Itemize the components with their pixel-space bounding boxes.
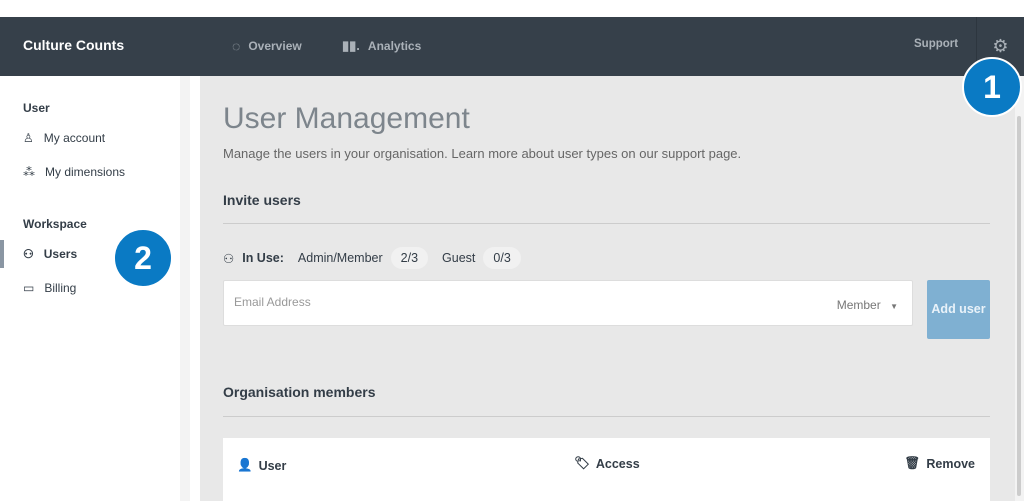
grid-icon: ⁂ bbox=[23, 165, 35, 179]
sidebar-item-users[interactable]: ⚇ Users bbox=[23, 247, 77, 261]
column-access[interactable]: 🏷 Access bbox=[574, 456, 640, 471]
annotation-badge-2: 2 bbox=[113, 228, 173, 288]
email-input[interactable] bbox=[234, 295, 794, 309]
divider bbox=[223, 223, 990, 224]
role-select[interactable]: Member ▼ bbox=[837, 298, 898, 312]
column-user[interactable]: 👤 User bbox=[237, 458, 286, 473]
scrollbar[interactable] bbox=[1015, 76, 1024, 501]
nav-analytics[interactable]: ▮▮. Analytics bbox=[342, 38, 421, 54]
guest-label: Guest bbox=[442, 251, 476, 265]
active-indicator bbox=[0, 240, 4, 268]
users-icon: ⚇ bbox=[223, 251, 235, 266]
divider bbox=[223, 416, 990, 417]
email-field-container: Member ▼ bbox=[223, 280, 913, 326]
members-table: 👤 User 🏷 Access 🗑 Remove bbox=[223, 438, 990, 501]
members-heading: Organisation members bbox=[223, 384, 376, 400]
scrollbar-thumb[interactable] bbox=[1017, 116, 1021, 496]
top-nav: Culture Counts ◌ Overview ▮▮. Analytics Su… bbox=[0, 17, 1024, 76]
sidebar-heading-workspace: Workspace bbox=[23, 217, 87, 231]
tag-icon: 🏷 bbox=[574, 456, 590, 470]
sidebar-item-my-dimensions[interactable]: ⁂ My dimensions bbox=[23, 165, 125, 179]
usage-summary: ⚇ In Use: Admin/Member 2/3 Guest 0/3 bbox=[223, 247, 521, 269]
sidebar: User ♙ My account ⁂ My dimensions Workspac… bbox=[0, 76, 190, 501]
in-use-label: In Use: bbox=[242, 251, 284, 265]
annotation-badge-1: 1 bbox=[962, 57, 1022, 117]
person-icon: 👤 bbox=[237, 458, 253, 472]
loading-circle-icon: ◌ bbox=[232, 38, 241, 54]
person-icon: ♙ bbox=[23, 131, 34, 145]
column-remove[interactable]: 🗑 Remove bbox=[904, 456, 975, 471]
sidebar-item-my-account[interactable]: ♙ My account bbox=[23, 131, 105, 145]
invite-heading: Invite users bbox=[223, 192, 301, 208]
page-subtitle: Manage the users in your organisation. L… bbox=[223, 146, 742, 161]
admin-count: 2/3 bbox=[390, 247, 429, 269]
add-user-button[interactable]: Add user bbox=[927, 280, 990, 339]
card-icon: ▭ bbox=[23, 281, 35, 295]
nav-overview[interactable]: ◌ Overview bbox=[232, 38, 302, 54]
brand-logo[interactable]: Culture Counts bbox=[23, 37, 124, 53]
sidebar-heading-user: User bbox=[23, 101, 50, 115]
caret-down-icon: ▼ bbox=[890, 302, 898, 311]
main-content: User Management Manage the users in your… bbox=[200, 76, 1015, 501]
guest-count: 0/3 bbox=[483, 247, 521, 269]
page-title: User Management bbox=[223, 102, 470, 135]
sidebar-item-billing[interactable]: ▭ Billing bbox=[23, 281, 76, 295]
admin-label: Admin/Member bbox=[297, 251, 383, 265]
users-icon: ⚇ bbox=[23, 247, 34, 261]
trash-icon: 🗑 bbox=[904, 456, 921, 470]
bar-chart-icon: ▮▮. bbox=[342, 38, 360, 53]
support-link[interactable]: Support bbox=[914, 38, 958, 50]
